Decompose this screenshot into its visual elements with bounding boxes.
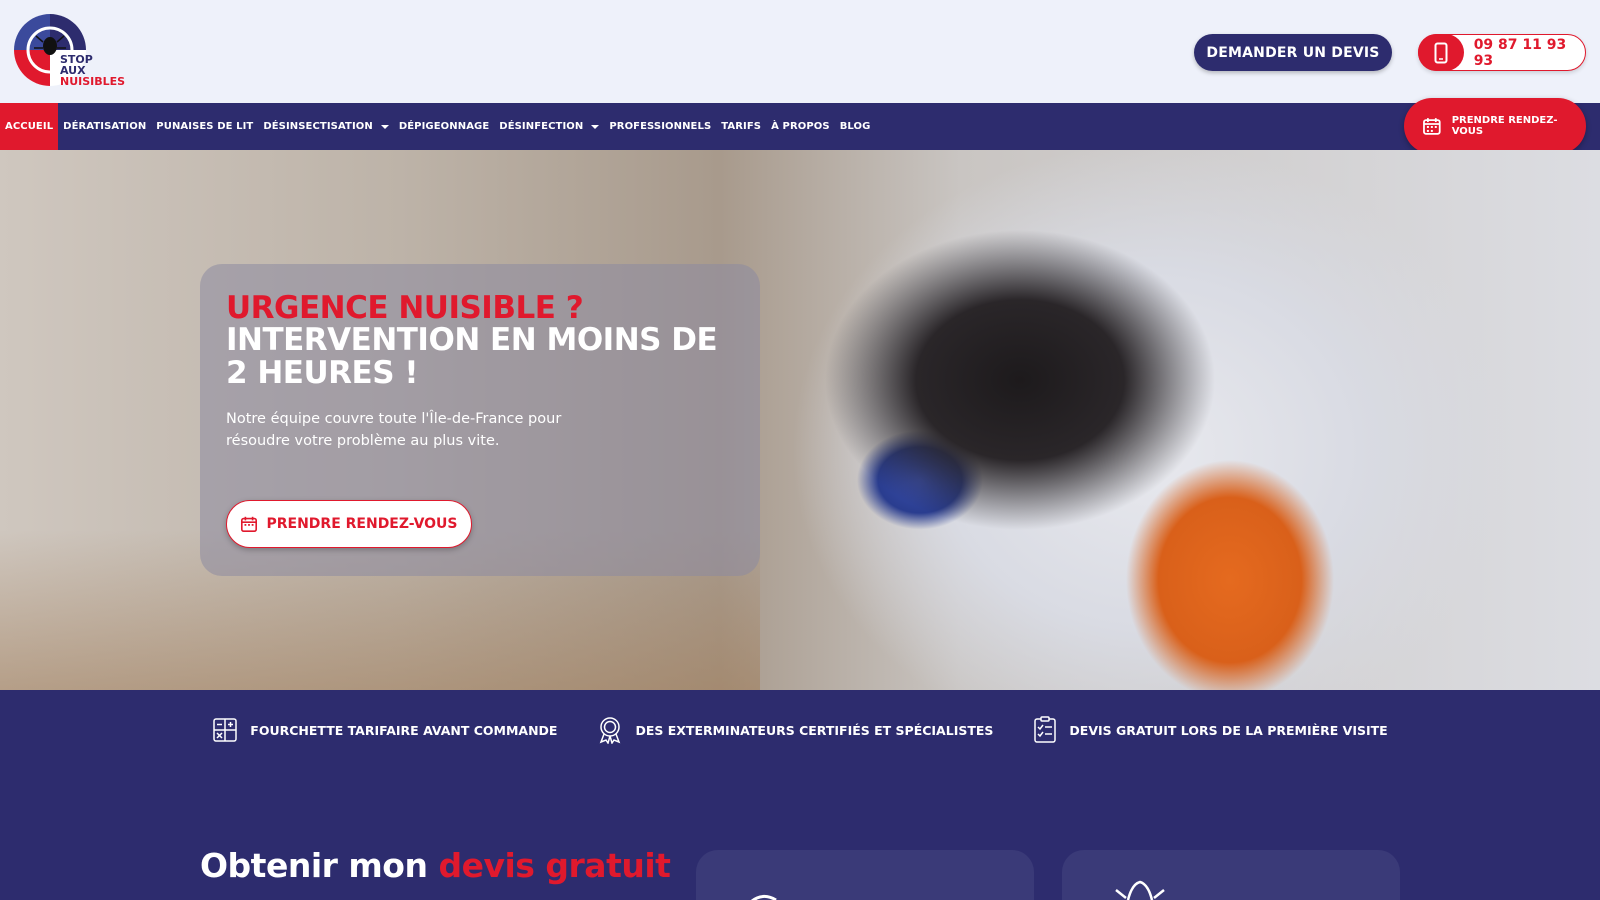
site-logo[interactable]: STOP AUX NUISIBLES (14, 12, 126, 92)
service-card[interactable] (1062, 850, 1400, 900)
nav-item-professionnels[interactable]: PROFESSIONNELS (604, 103, 716, 150)
feature-label: FOURCHETTE TARIFAIRE AVANT COMMANDE (250, 722, 558, 738)
request-quote-button[interactable]: DEMANDER UN DEVIS (1194, 34, 1392, 71)
nav-item-desinsectisation[interactable]: DÉSINSECTISATION (258, 103, 394, 150)
hero-description: Notre équipe couvre toute l'Île-de-Franc… (226, 411, 562, 449)
phone-button[interactable]: 09 87 11 93 93 (1418, 34, 1586, 71)
nav-item-tarifs[interactable]: TARIFS (716, 103, 766, 150)
logo-line-3: NUISIBLES (60, 75, 126, 88)
nav-item-a-propos[interactable]: À PROPOS (766, 103, 835, 150)
chevron-down-icon (380, 124, 389, 129)
quote-section-title: Obtenir mon devis gratuit (200, 846, 671, 885)
feature-item: DES EXTERMINATEURS CERTIFIÉS ET SPÉCIALI… (597, 716, 993, 744)
checklist-icon (1034, 716, 1057, 743)
nav-item-accueil[interactable]: ACCUEIL (0, 103, 59, 150)
rat-icon (751, 895, 777, 900)
nav-item-deratisation[interactable]: DÉRATISATION (58, 103, 151, 150)
quote-title-highlight: devis gratuit (438, 846, 671, 885)
hero-book-appointment-button[interactable]: PRENDRE RENDEZ-VOUS (226, 500, 472, 548)
chevron-down-icon (591, 124, 600, 129)
feature-item: DEVIS GRATUIT LORS DE LA PREMIÈRE VISITE (1033, 716, 1388, 744)
nav-label: DÉSINFECTION (499, 121, 584, 132)
hero-banner: URGENCE NUISIBLE ? INTERVENTION EN MOINS… (0, 150, 1600, 690)
phone-icon (1418, 34, 1464, 71)
top-header: STOP AUX NUISIBLES DEMANDER UN DEVIS 09 … (0, 0, 1600, 103)
nav-label: DÉSINSECTISATION (263, 121, 373, 132)
main-navigation: ACCUEIL DÉRATISATION PUNAISES DE LIT DÉS… (0, 103, 1600, 150)
features-strip: FOURCHETTE TARIFAIRE AVANT COMMANDE DES … (0, 690, 1600, 770)
feature-item: FOURCHETTE TARIFAIRE AVANT COMMANDE (212, 717, 557, 743)
nav-item-depigeonnage[interactable]: DÉPIGEONNAGE (394, 103, 494, 150)
insect-icon (1115, 880, 1165, 900)
price-grid-icon (213, 718, 238, 742)
logo-wordmark: STOP AUX NUISIBLES (60, 54, 125, 87)
hero-title-highlight: URGENCE NUISIBLE ? (226, 290, 584, 326)
feature-label: DES EXTERMINATEURS CERTIFIÉS ET SPÉCIALI… (635, 722, 994, 738)
hero-title: INTERVENTION EN MOINS DE 2 HEURES ! (226, 322, 718, 391)
hero-cta-label: PRENDRE RENDEZ-VOUS (266, 516, 458, 532)
nav-item-desinfection[interactable]: DÉSINFECTION (494, 103, 604, 150)
phone-number: 09 87 11 93 93 (1473, 36, 1567, 69)
quote-title-start: Obtenir mon (200, 846, 439, 885)
quote-section: Obtenir mon devis gratuit (0, 770, 1600, 900)
book-appointment-button[interactable]: PRENDRE RENDEZ-VOUS (1404, 98, 1586, 154)
feature-label: DEVIS GRATUIT LORS DE LA PREMIÈRE VISITE (1069, 722, 1388, 738)
certified-badge-icon (600, 717, 621, 744)
calendar-icon (241, 516, 258, 533)
service-card[interactable] (696, 850, 1034, 900)
book-appointment-label: PRENDRE RENDEZ-VOUS (1451, 115, 1558, 137)
calendar-icon (1423, 118, 1441, 135)
nav-item-blog[interactable]: BLOG (835, 103, 876, 150)
nav-item-punaises-de-lit[interactable]: PUNAISES DE LIT (151, 103, 258, 150)
